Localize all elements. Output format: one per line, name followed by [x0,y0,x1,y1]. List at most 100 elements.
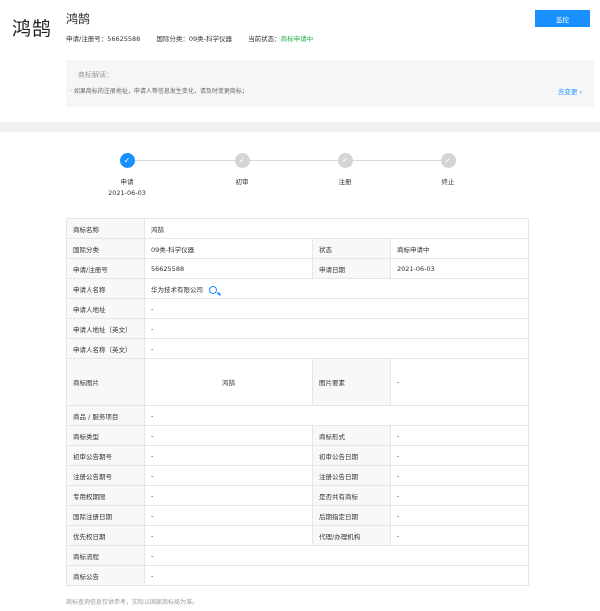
cell-key: 后期指定日期 [312,505,391,526]
cell-value: - [144,465,313,486]
monitor-button[interactable]: 监控 [535,10,590,27]
table-row: 商标名称 鸿鹄 [66,218,530,239]
step-terminate: ✓ 终止 [418,150,478,186]
cell-value: - [144,425,313,446]
cell-key: 申请人名称（英文） [66,338,145,359]
table-row: 商品 / 服务项目 - [66,405,530,426]
cell-value: - [143,405,530,426]
cell-value: - [143,298,530,319]
steps-line [135,160,453,161]
cell-value: 56625588 [144,258,313,279]
table-row: 国际注册日期 - 后期指定日期 - [66,505,530,526]
cell-key: 代理/办理机构 [312,525,391,546]
cell-value: - [143,565,530,586]
page-title: 鸿鹄 [66,12,91,26]
step-label: 初审 [235,178,249,186]
cell-key: 国际分类 [66,238,145,259]
cell-key: 注册公告期号 [66,465,145,486]
cell-key: 商标类型 [66,425,145,446]
step-apply: ✓ 申请 2021-06-03 [97,150,157,197]
table-row: 商标类型 - 商标形式 - [66,425,530,446]
trademark-logo: 鸿鹄 [12,18,53,40]
cell-key: 商标形式 [312,425,391,446]
cell-key: 初审公告日期 [312,445,391,466]
table-row: 专用权期限 - 是否共有商标 - [66,485,530,506]
cell-key: 商标公告 [66,565,145,586]
cell-value: - [389,505,530,526]
cell-key: 商标名称 [66,218,145,239]
table-row: 申请人名称 华为技术有限公司 [66,278,530,299]
step-label: 终止 [441,178,455,186]
trademark-image: 鸿鹄 [144,358,313,406]
check-icon: ✓ [119,153,135,168]
cell-value: - [144,445,313,466]
cell-value: - [389,525,530,546]
table-row: 初审公告期号 - 初审公告日期 - [66,445,530,466]
cell-value: - [389,465,530,486]
progress-steps: ✓ 申请 2021-06-03 ✓ 初审 ✓ 注册 ✓ 终止 [0,150,600,200]
cell-value: - [389,445,530,466]
table-row: 商标流程 - [66,545,530,566]
cell-key: 初审公告期号 [66,445,145,466]
applicant-name: 华为技术有限公司 [151,285,203,294]
table-row: 注册公告期号 - 注册公告日期 - [66,465,530,486]
cell-key: 申请日期 [312,258,391,279]
cell-key: 状态 [312,238,391,259]
meta-row: 申请/注册号：56625588 国际分类：09类-科学仪器 当前状态：商标申请中 [66,33,327,43]
cell-key: 图片要素 [312,358,391,406]
cell-key: 注册公告日期 [312,465,391,486]
check-icon: ✓ [440,153,456,168]
section-divider [0,122,600,132]
status-meta: 当前状态：商标申请中 [248,35,314,43]
trademark-info-table: 商标名称 鸿鹄 国际分类 09类-科学仪器 状态 商标申请中 申请/注册号 56… [66,218,530,586]
header: 鸿鹄 鸿鹄 申请/注册号：56625588 国际分类：09类-科学仪器 当前状态… [0,0,600,50]
change-link[interactable]: 去变更 › [558,86,582,96]
cell-key: 商标流程 [66,545,145,566]
table-row: 优先权日期 - 代理/办理机构 - [66,525,530,546]
table-row: 国际分类 09类-科学仪器 状态 商标申请中 [66,238,530,259]
table-row: 申请人地址（英文） - [66,318,530,339]
cell-value: - [389,425,530,446]
check-icon: ✓ [234,153,250,168]
status-badge: 商标申请中 [280,35,314,43]
cell-key: 国际注册日期 [66,505,145,526]
reg-no-meta: 申请/注册号：56625588 [66,35,141,43]
cell-value: - [144,525,313,546]
cell-value: - [144,505,313,526]
cell-value: - [143,545,530,566]
cell-value: - [389,485,530,506]
notice-title: 商标解读： [78,71,113,79]
cell-key: 专用权期限 [66,485,145,506]
cell-key: 商标图片 [66,358,145,406]
status-badge: 商标申请中 [389,238,530,259]
cell-value: 2021-06-03 [389,258,530,279]
table-row: 商标图片 鸿鹄 图片要素 - [66,358,530,406]
cell-value: - [143,338,530,359]
notice-text: · 如果商标的注册地址，申请人等信息发生变化，请及时变更商标； [70,88,248,95]
step-date: 2021-06-03 [108,189,146,197]
cell-value: - [389,358,530,406]
table-row: 申请人地址 - [66,298,530,319]
table-row: 商标公告 - [66,565,530,586]
cell-key: 申请人名称 [66,278,145,299]
step-label: 注册 [338,178,352,186]
cell-value: 09类-科学仪器 [144,238,313,259]
cell-value: 鸿鹄 [143,218,530,239]
search-icon[interactable] [209,285,218,294]
step-label: 申请 [120,178,134,186]
class-meta: 国际分类：09类-科学仪器 [156,35,232,43]
cell-key: 申请/注册号 [66,258,145,279]
notice-box: 商标解读： · 如果商标的注册地址，申请人等信息发生变化，请及时变更商标； 去变… [66,60,594,107]
table-row: 申请/注册号 56625588 申请日期 2021-06-03 [66,258,530,279]
applicant-cell: 华为技术有限公司 [143,278,530,299]
cell-key: 申请人地址 [66,298,145,319]
step-register: ✓ 注册 [315,150,375,186]
table-row: 申请人名称（英文） - [66,338,530,359]
footnote: 商标查询信息仅供参考，实际以国家商标局为准。 [66,599,199,606]
check-icon: ✓ [337,153,353,168]
cell-key: 优先权日期 [66,525,145,546]
cell-key: 商品 / 服务项目 [66,405,145,426]
step-prelim: ✓ 初审 [212,150,272,186]
cell-value: - [143,318,530,339]
cell-key: 申请人地址（英文） [66,318,145,339]
